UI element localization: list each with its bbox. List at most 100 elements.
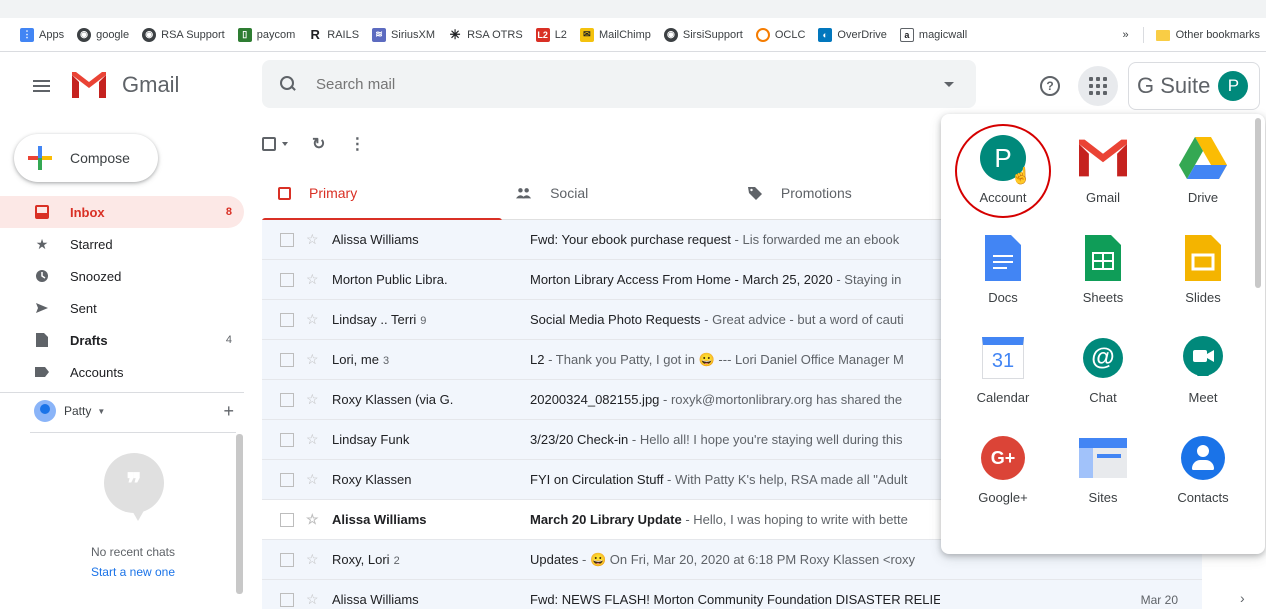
sidebar-item-snoozed[interactable]: Snoozed	[0, 260, 244, 292]
bookmarks-bar: ⋮ Apps ◉ google ◉ RSA Support ▯ paycom R RAIL…	[0, 18, 1266, 52]
select-options-caret-icon[interactable]	[282, 142, 288, 146]
row-checkbox[interactable]	[280, 552, 294, 567]
hangouts-user-name: Patty	[64, 404, 92, 418]
row-checkbox[interactable]	[280, 472, 294, 487]
start-new-chat-link[interactable]: Start a new one	[30, 565, 236, 579]
more-vert-icon[interactable]: ⋮	[349, 134, 365, 154]
avatar[interactable]: P	[1218, 71, 1249, 101]
row-checkbox[interactable]	[280, 392, 294, 407]
email-sender: Lindsay .. Terri 9	[332, 312, 427, 327]
star-outline-icon[interactable]: ☆	[306, 431, 320, 448]
compose-label: Compose	[70, 150, 130, 166]
row-checkbox[interactable]	[280, 352, 294, 367]
star-outline-icon[interactable]: ☆	[306, 551, 320, 568]
app-drive[interactable]: Drive	[1155, 124, 1251, 214]
help-icon[interactable]: ?	[1040, 76, 1060, 96]
app-label: Chat	[1089, 390, 1117, 405]
tab-social[interactable]: Social	[488, 166, 715, 220]
inbox-icon	[34, 204, 50, 220]
bookmark-siriusxm[interactable]: ≋ SiriusXM	[372, 27, 435, 42]
bookmark-sirsisupport[interactable]: ◉ SirsiSupport	[663, 27, 743, 42]
search-bar[interactable]	[262, 60, 976, 108]
sidebar-item-starred[interactable]: ★ Starred	[0, 228, 244, 260]
tab-primary[interactable]: Primary	[262, 166, 503, 221]
star-outline-icon[interactable]: ☆	[306, 311, 320, 328]
globe-icon: ◉	[77, 27, 92, 42]
row-checkbox[interactable]	[280, 592, 294, 607]
sidebar-item-drafts[interactable]: Drafts 4	[0, 324, 244, 356]
search-icon[interactable]	[280, 76, 296, 92]
inbox-tab-icon	[278, 186, 291, 200]
bookmark-paycom[interactable]: ▯ paycom	[237, 27, 295, 42]
refresh-icon[interactable]: ↻	[312, 134, 325, 154]
tab-promotions[interactable]: Promotions	[715, 166, 942, 220]
star-outline-icon[interactable]: ☆	[306, 271, 320, 288]
bookmark-rsa-support[interactable]: ◉ RSA Support	[142, 27, 225, 42]
bookmarks-overflow: » Other bookmarks	[1116, 18, 1260, 51]
oclc-icon	[755, 27, 770, 42]
other-bookmarks[interactable]: Other bookmarks	[1176, 29, 1260, 41]
app-google-[interactable]: G+ Google+	[955, 424, 1051, 514]
paycom-icon: ▯	[237, 27, 252, 42]
email-sender: Alissa Williams	[332, 592, 419, 607]
app-gmail[interactable]: Gmail	[1055, 124, 1151, 214]
siriusxm-icon: ≋	[372, 27, 387, 42]
draft-icon	[34, 332, 50, 348]
clock-icon	[34, 268, 50, 284]
hangouts-user-switcher[interactable]: Patty ▼ +	[0, 396, 244, 426]
apps-panel-scrollbar[interactable]	[1255, 118, 1261, 288]
sidebar-item-sent[interactable]: Sent	[0, 292, 244, 324]
app-sites[interactable]: Sites	[1055, 424, 1151, 514]
star-outline-icon[interactable]: ☆	[306, 351, 320, 368]
docs-icon	[979, 234, 1027, 282]
google-apps-button[interactable]	[1078, 66, 1118, 106]
select-all-checkbox[interactable]	[262, 137, 276, 151]
search-input[interactable]	[316, 75, 916, 93]
star-outline-icon[interactable]: ☆	[306, 511, 320, 528]
globe-icon: ◉	[142, 27, 157, 42]
gmail-logo[interactable]: Gmail	[72, 72, 179, 98]
star-outline-icon[interactable]: ☆	[306, 591, 320, 608]
chevron-right-icon[interactable]: ›	[1240, 590, 1245, 606]
row-checkbox[interactable]	[280, 232, 294, 247]
bookmark-magicwall[interactable]: a magicwall	[899, 27, 967, 42]
bookmark-oclc[interactable]: OCLC	[755, 27, 805, 42]
app-slides[interactable]: Slides	[1155, 224, 1251, 314]
app-sheets[interactable]: Sheets	[1055, 224, 1151, 314]
row-checkbox[interactable]	[280, 432, 294, 447]
sidebar-item-inbox[interactable]: Inbox 8	[0, 196, 244, 228]
people-icon	[516, 185, 532, 201]
bookmark-l2[interactable]: L2 L2	[535, 27, 567, 42]
main-menu-icon[interactable]	[33, 80, 50, 92]
row-checkbox[interactable]	[280, 272, 294, 287]
sidebar-scrollbar[interactable]	[236, 434, 243, 594]
bookmark-mailchimp[interactable]: ✉ MailChimp	[579, 27, 651, 42]
bookmark-rsa-otrs[interactable]: ✳ RSA OTRS	[448, 27, 523, 42]
sites-icon	[1079, 434, 1127, 482]
account-switcher[interactable]: G Suite P	[1128, 62, 1260, 110]
table-row[interactable]: ☆ Alissa Williams Fwd: NEWS FLASH! Morton …	[262, 580, 1202, 609]
row-checkbox[interactable]	[280, 512, 294, 527]
app-docs[interactable]: Docs	[955, 224, 1051, 314]
email-sender: Lori, me 3	[332, 352, 390, 367]
app-chat[interactable]: @ Chat	[1055, 324, 1151, 414]
bookmark-rails[interactable]: R RAILS	[308, 27, 359, 42]
bookmark-apps[interactable]: ⋮ Apps	[20, 27, 64, 42]
star-outline-icon[interactable]: ☆	[306, 471, 320, 488]
email-subject: FYI on Circulation Stuff - With Patty K'…	[530, 472, 908, 487]
more-bookmarks-button[interactable]: »	[1123, 29, 1129, 41]
app-contacts[interactable]: Contacts	[1155, 424, 1251, 514]
app-label: Contacts	[1177, 490, 1229, 505]
app-meet[interactable]: Meet	[1155, 324, 1251, 414]
compose-button[interactable]: Compose	[14, 134, 158, 182]
star-outline-icon[interactable]: ☆	[306, 231, 320, 248]
bookmark-google[interactable]: ◉ google	[77, 27, 129, 42]
app-account[interactable]: P Account	[955, 124, 1051, 214]
sidebar-item-accounts[interactable]: Accounts	[0, 356, 244, 388]
row-checkbox[interactable]	[280, 312, 294, 327]
bookmark-overdrive[interactable]: ◐ OverDrive	[818, 27, 887, 42]
app-calendar[interactable]: 31 Calendar	[955, 324, 1051, 414]
star-outline-icon[interactable]: ☆	[306, 391, 320, 408]
search-options-caret-icon[interactable]	[944, 82, 954, 87]
new-conversation-plus-icon[interactable]: +	[223, 401, 234, 422]
